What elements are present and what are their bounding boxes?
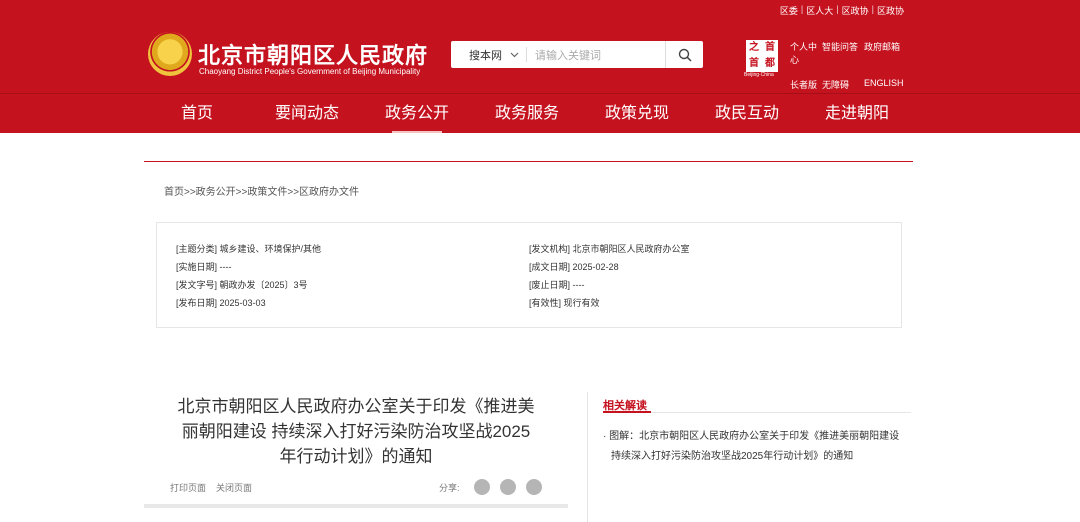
column-divider [587,392,588,522]
quick-link-elder-version[interactable]: 长者版 [790,78,822,91]
seal-caption: Beijing·China [744,72,774,78]
close-page-link[interactable]: 关闭页面 [216,481,252,494]
search-button[interactable] [665,41,703,68]
site-title[interactable]: 北京市朝阳区人民政府 [198,38,428,70]
quick-link-gov-mail[interactable]: 政府邮箱 [864,40,904,66]
top-link-district-committee[interactable]: 区委 [780,4,798,17]
related-item-link[interactable]: · 图解：北京市朝阳区人民政府办公室关于印发《推进美丽朝阳建设 持续深入打好污染… [603,427,913,467]
quick-link-accessibility[interactable]: 无障碍 [822,78,864,91]
site-subtitle: Chaoyang District People's Government of… [199,67,421,76]
search-scope-select[interactable]: 搜本网 [451,47,527,62]
search-scope-label: 搜本网 [469,49,502,62]
article-title-line: 北京市朝阳区人民政府办公室关于印发《推进美 [177,397,535,416]
breadcrumb[interactable]: 首页>>政务公开>>政策文件>>区政府办文件 [164,183,359,198]
quick-links: 个人中心 智能问答 政府邮箱 长者版 无障碍 ENGLISH [790,40,904,91]
seal-char: 首 [765,42,775,53]
print-page-link[interactable]: 打印页面 [170,481,206,494]
nav-home[interactable]: 首页 [142,94,252,134]
nav-news[interactable]: 要闻动态 [252,94,362,134]
chevron-down-icon [510,52,519,57]
meta-issuing-org: [发文机构] 北京市朝阳区人民政府办公室 [529,244,690,254]
top-link-district-congress[interactable]: 区人大 [806,4,833,17]
nav-policy-fulfillment[interactable]: 政策兑现 [582,94,692,134]
related-item-line: 持续深入打好污染防治攻坚战2025年行动计划》的通知 [611,451,854,462]
related-item-line: · 图解：北京市朝阳区人民政府办公室关于印发《推进美丽朝阳建设 [603,431,900,442]
nav-gov-affairs-open[interactable]: 政务公开 [362,94,472,134]
national-emblem-icon[interactable] [148,32,192,76]
meta-effective-date: [实施日期] ---- [176,262,232,272]
nav-gov-services[interactable]: 政务服务 [472,94,582,134]
main-nav: 首页 要闻动态 政务公开 政务服务 政策兑现 政民互动 走进朝阳 [0,93,1080,133]
article-title: 北京市朝阳区人民政府办公室关于印发《推进美 丽朝阳建设 持续深入打好污染防治攻坚… [158,394,554,469]
nav-interaction[interactable]: 政民互动 [692,94,802,134]
related-heading-accent [603,411,651,413]
article-title-line: 年行动计划》的通知 [279,447,433,466]
meta-publish-date: [发布日期] 2025-03-03 [176,298,266,308]
meta-validity: [有效性] 现行有效 [529,298,600,308]
quick-link-english[interactable]: ENGLISH [864,78,904,91]
search-icon [678,48,692,62]
seal-char: 之 [749,42,759,53]
quick-link-smart-qa[interactable]: 智能问答 [822,40,864,66]
quick-link-personal-center[interactable]: 个人中心 [790,40,822,66]
share-label: 分享: [439,483,460,493]
capital-seal-logo[interactable]: 之 首 首 都 [746,40,778,72]
search-box: 搜本网 请输入关键词 [451,41,703,68]
document-metadata-panel: [主题分类] 城乡建设、环境保护/其他 [实施日期] ---- [发文字号] 朝… [156,222,902,328]
nav-about-chaoyang[interactable]: 走进朝阳 [802,94,912,134]
search-input[interactable]: 请输入关键词 [527,47,665,63]
article-tools: 打印页面 关闭页面 [170,481,252,494]
meta-written-date: [成文日期] 2025-02-28 [529,262,619,272]
seal-char: 首 [749,58,759,69]
meta-topic: [主题分类] 城乡建设、环境保护/其他 [176,244,322,254]
favorite-share-icon[interactable] [526,479,542,495]
seal-char: 都 [765,58,775,69]
divider [144,161,913,162]
site-header: 区委 | 区人大 | 区政协 | 区政协 北京市朝阳区人民政府 Chaoyang Di… [0,0,1080,133]
title-underline [144,504,568,508]
top-links: 区委 | 区人大 | 区政协 | 区政协 [779,4,904,17]
article-title-line: 丽朝阳建设 持续深入打好污染防治攻坚战2025 [181,422,531,441]
meta-doc-number: [发文字号] 朝政办发〔2025〕3号 [176,280,308,290]
top-link-district-cppcc-2[interactable]: 区政协 [877,4,904,17]
top-link-district-cppcc[interactable]: 区政协 [842,4,869,17]
wechat-share-icon[interactable] [474,479,490,495]
meta-repeal-date: [废止日期] ---- [529,280,585,290]
weibo-share-icon[interactable] [500,479,516,495]
